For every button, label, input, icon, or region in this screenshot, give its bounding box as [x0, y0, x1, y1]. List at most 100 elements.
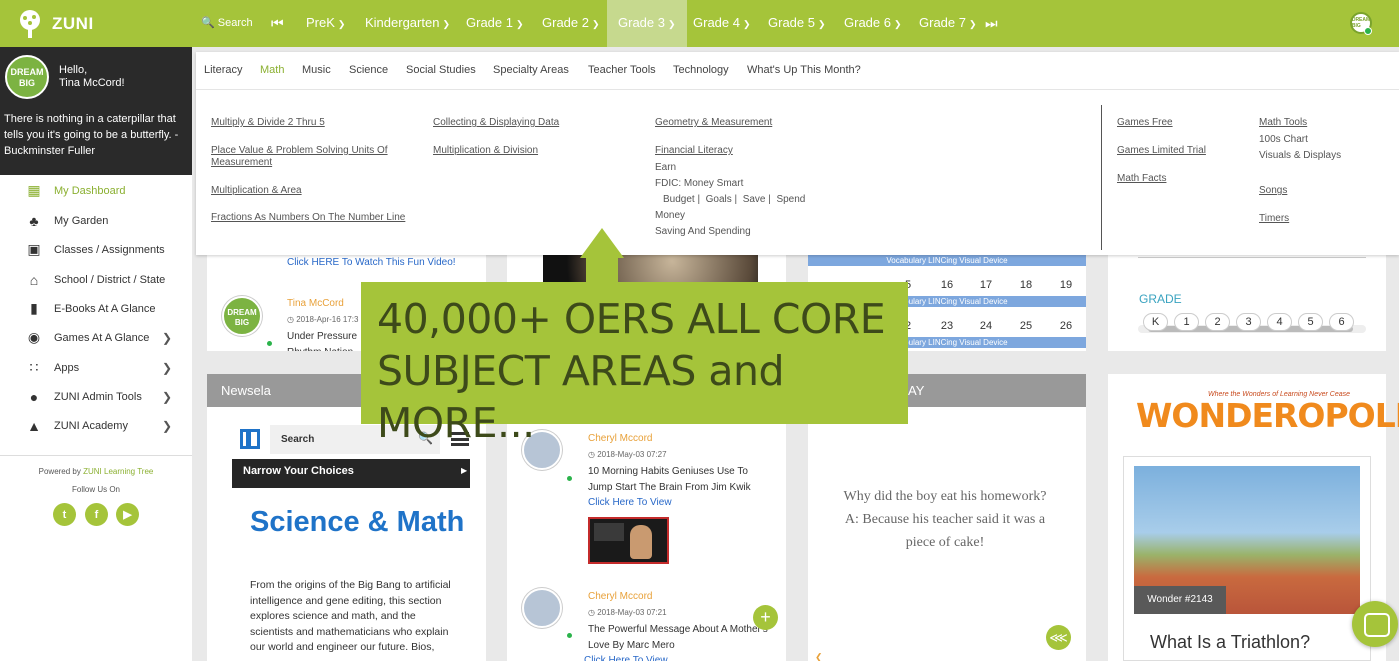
sidebar-item-school[interactable]: ⌂ School / District / State [0, 265, 192, 294]
menu-link[interactable]: Timers [1259, 213, 1289, 225]
menu-link[interactable]: Multiplication & Division [433, 145, 538, 157]
newsela-title: Science & Math [250, 506, 465, 538]
wonder-question[interactable]: What Is a Triathlon? [1150, 632, 1310, 653]
grade-button-6[interactable]: 6 [1329, 313, 1354, 331]
nav-item-grade-4[interactable]: Grade 4 ❯ [693, 0, 751, 47]
tab-specialty-areas[interactable]: Specialty Areas [493, 64, 569, 76]
feed-view-link[interactable]: Click Here To View [584, 655, 668, 661]
twitter-icon[interactable]: t [53, 503, 76, 526]
sidebar-item-my-dashboard[interactable]: ▦ My Dashboard [0, 176, 192, 205]
menu-link[interactable]: Fractions As Numbers On The Number Line [211, 212, 405, 224]
sidebar-item-my-garden[interactable]: ♣ My Garden [0, 206, 192, 235]
menu-text[interactable]: Save [743, 194, 766, 205]
chat-icon[interactable] [1352, 601, 1398, 647]
post-author[interactable]: Tina McCord [287, 298, 344, 309]
calendar-day[interactable]: 25 [1016, 320, 1036, 332]
calendar-day[interactable]: 19 [1056, 279, 1076, 291]
author-avatar: DREAM BIG [222, 296, 262, 336]
search-label: Search [217, 17, 253, 29]
nav-item-grade-6[interactable]: Grade 6 ❯ [844, 0, 902, 47]
sidebar-item-admin-tools[interactable]: ● ZUNI Admin Tools ❯ [0, 382, 192, 411]
grade-button-3[interactable]: 3 [1236, 313, 1261, 331]
menu-link[interactable]: Games Limited Trial [1117, 145, 1206, 157]
nav-item-grade-2[interactable]: Grade 2 ❯ [542, 0, 600, 47]
menu-link[interactable]: Games Free [1117, 117, 1173, 129]
school-icon: ⌂ [29, 271, 39, 288]
youtube-icon[interactable]: ▶ [116, 503, 139, 526]
watch-video-link[interactable]: Click HERE To Watch This Fun Video! [287, 257, 456, 268]
sidebar-item-academy[interactable]: ▲ ZUNI Academy ❯ [0, 411, 192, 440]
menu-text[interactable]: Saving And Spending [655, 226, 751, 237]
wonderopolis-logo[interactable]: WONDEROPOLIS [1136, 396, 1399, 435]
menu-text[interactable]: Money [655, 210, 685, 221]
tab-science[interactable]: Science [349, 64, 388, 76]
nav-item-grade-1[interactable]: Grade 1 ❯ [466, 0, 524, 47]
share-icon[interactable]: ⋘ [1046, 625, 1071, 650]
calendar-day[interactable]: 26 [1056, 320, 1076, 332]
calendar-day[interactable]: 24 [976, 320, 996, 332]
zuni-logo[interactable]: ZUNI [14, 8, 154, 40]
menu-text[interactable]: FDIC: Money Smart [655, 178, 743, 189]
online-status-dot [1364, 27, 1372, 35]
grade-button-4[interactable]: 4 [1267, 313, 1292, 331]
video-thumbnail[interactable] [588, 517, 669, 564]
grade-button-1[interactable]: 1 [1174, 313, 1199, 331]
newsela-logo-icon[interactable] [240, 429, 260, 449]
calendar-day[interactable]: 23 [937, 320, 957, 332]
menu-link[interactable]: Place Value & Problem Solving Units Of M… [211, 145, 411, 169]
tab-math[interactable]: Math [260, 64, 284, 76]
nav-item-grade-3[interactable]: Grade 3 ❯ [607, 0, 687, 47]
grade-label: GRADE [1139, 292, 1182, 306]
add-post-button[interactable]: + [753, 605, 778, 630]
calendar-day[interactable]: 16 [937, 279, 957, 291]
sidebar-item-ebooks[interactable]: ▮ E-Books At A Glance [0, 294, 192, 323]
gamepad-icon: ◉ [27, 329, 41, 345]
powered-by-link[interactable]: ZUNI Learning Tree [83, 467, 153, 476]
newsela-description: From the origins of the Big Bang to arti… [250, 579, 451, 653]
academy-icon: ▲ [27, 417, 41, 434]
menu-link[interactable]: Financial Literacy [655, 145, 733, 157]
tab-technology[interactable]: Technology [673, 64, 729, 76]
menu-text[interactable]: Earn [655, 162, 676, 173]
feed-view-link[interactable]: Click Here To View [588, 497, 672, 508]
menu-link[interactable]: Multiply & Divide 2 Thru 5 [211, 117, 325, 129]
feed-author[interactable]: Cheryl Mccord [588, 591, 652, 602]
menu-link[interactable]: Geometry & Measurement [655, 117, 772, 129]
search-link[interactable]: 🔍 Search [201, 0, 253, 47]
greeting-panel: DREAM BIG Hello, Tina McCord! There is no… [0, 47, 192, 175]
chevron-left-icon[interactable]: ❮ [815, 652, 823, 661]
tab-music[interactable]: Music [302, 64, 331, 76]
joke-text: Why did the boy eat his homework? A: Bec… [830, 485, 1060, 554]
menu-link[interactable]: Collecting & Displaying Data [433, 117, 559, 129]
facebook-icon[interactable]: f [85, 503, 108, 526]
menu-link[interactable]: Multiplication & Area [211, 185, 302, 197]
menu-link[interactable]: Math Facts [1117, 173, 1166, 185]
nav-item-grade-7[interactable]: Grade 7 ❯ [919, 0, 977, 47]
sidebar-item-games[interactable]: ◉ Games At A Glance ❯ [0, 323, 192, 352]
nav-item-prek[interactable]: PreK ❯ [306, 0, 345, 47]
menu-text[interactable]: Spend [776, 194, 805, 205]
nav-next-icon[interactable]: ⏭ [985, 0, 998, 47]
tab-whats-up[interactable]: What's Up This Month? [747, 64, 861, 76]
menu-link[interactable]: Songs [1259, 185, 1287, 197]
nav-item-kindergarten[interactable]: Kindergarten ❯ [365, 0, 450, 47]
menu-text[interactable]: 100s Chart [1259, 134, 1308, 145]
tab-social-studies[interactable]: Social Studies [406, 64, 476, 76]
narrow-choices-button[interactable]: Narrow Your Choices [232, 459, 470, 488]
menu-link[interactable]: Math Tools [1259, 117, 1307, 129]
menu-text[interactable]: Budget [663, 194, 695, 205]
menu-text[interactable]: Goals [706, 194, 732, 205]
tab-literacy[interactable]: Literacy [204, 64, 243, 76]
nav-item-grade-5[interactable]: Grade 5 ❯ [768, 0, 826, 47]
calendar-event-bar[interactable]: Vocabulary LINCing Visual Device [808, 255, 1086, 266]
calendar-day[interactable]: 17 [976, 279, 996, 291]
menu-text[interactable]: Visuals & Displays [1259, 150, 1341, 161]
grade-button-2[interactable]: 2 [1205, 313, 1230, 331]
tab-teacher-tools[interactable]: Teacher Tools [588, 64, 656, 76]
sidebar-item-classes[interactable]: ▣ Classes / Assignments [0, 235, 192, 264]
grade-button-5[interactable]: 5 [1298, 313, 1323, 331]
grade-button-k[interactable]: K [1143, 313, 1168, 331]
calendar-day[interactable]: 18 [1016, 279, 1036, 291]
sidebar-item-apps[interactable]: ∷ Apps ❯ [0, 353, 192, 382]
nav-prev-icon[interactable]: ⏮ [271, 0, 284, 47]
